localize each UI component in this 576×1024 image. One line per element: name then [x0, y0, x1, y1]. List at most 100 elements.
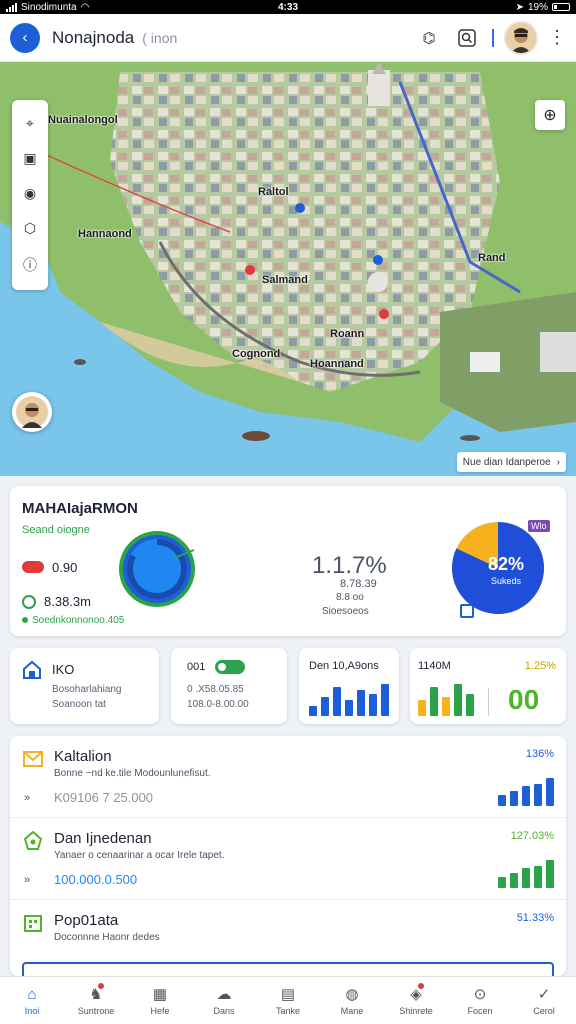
nav-item-focen[interactable]: ⊙ Focen	[448, 977, 512, 1024]
info-icon[interactable]: ⓘ	[23, 255, 37, 275]
bar	[357, 690, 365, 716]
summary-card: MAHAIajaRMON Seand oiogne 0.90 8.38.3m S…	[10, 486, 566, 636]
bar	[546, 860, 554, 888]
map-label: Hoannand	[310, 358, 364, 370]
share-icon[interactable]: ⌬	[416, 25, 442, 51]
map-attribution[interactable]: Nue dian Idanperoe ›	[456, 452, 566, 472]
bar	[498, 877, 506, 888]
map-label: Rand	[478, 252, 506, 264]
clock: 4:33	[277, 1, 298, 13]
expand-icon: ›	[556, 456, 560, 468]
cloud-icon: ☁	[216, 986, 232, 1003]
stat-card-line2: 108.0-8.00.00	[187, 699, 249, 710]
bar	[333, 687, 341, 716]
home-icon: ⌂	[27, 985, 37, 1003]
shield-icon[interactable]: ⬡	[24, 220, 36, 237]
list-item-value: 100.000.0.500	[54, 872, 138, 887]
check-icon: ✓	[537, 986, 551, 1003]
stat-card-title: 001	[187, 661, 206, 673]
summary-mid-line1: 8.78.39	[340, 578, 377, 590]
battery-percent: 19%	[527, 1, 548, 13]
summary-link-text: Soednkonnonoo.405	[32, 615, 125, 626]
nav-label: Cerol	[533, 1006, 555, 1016]
crosshair-icon: ⊕	[543, 107, 557, 124]
more-options-icon[interactable]: ⋮	[548, 27, 566, 48]
stat-card-line1: Bosoharlahiang	[52, 684, 122, 695]
nav-item-inoi[interactable]: ⌂ Inoi	[0, 977, 64, 1024]
locate-button[interactable]: ⊕	[535, 100, 565, 130]
signal-icon	[6, 2, 17, 12]
progress-bar	[22, 962, 554, 976]
bar	[430, 687, 438, 716]
user-location-avatar[interactable]	[12, 392, 52, 432]
bar	[381, 684, 389, 716]
stat-card-title: 1140M	[418, 660, 451, 672]
stat-card-toggle[interactable]: 001 0 .X58.05.85 108.0-8.00.00	[171, 648, 287, 724]
stat-card-percent: 1.25%	[524, 660, 556, 672]
metrics-list: Kaltalion Bonne ~nd ke.tile Modounlunefi…	[10, 736, 566, 976]
nav-label: Shinrete	[399, 1006, 433, 1016]
summary-link[interactable]: Soednkonnonoo.405	[22, 615, 124, 626]
list-item[interactable]: Dan Ijnedenan Yanaer o cenaarinar a ocar…	[10, 818, 566, 900]
nav-item-tanke[interactable]: ▤ Tanke	[256, 977, 320, 1024]
bar-chart-blue	[309, 682, 389, 716]
bar	[442, 697, 450, 716]
nav-item-mane[interactable]: ◍ Mane	[320, 977, 384, 1024]
list-item-bars	[498, 776, 554, 806]
map-view[interactable]: Nuainalongol Raltol Hannaond Salmand Ran…	[0, 62, 576, 476]
bottom-nav: ⌂ Inoi ♞ Suntrone ▦ Hefe ☁ Dans ▤ Tanke ◍ Mane ◈ Shin…	[0, 976, 576, 1024]
calendar-icon[interactable]	[460, 604, 474, 618]
bar	[321, 697, 329, 716]
bar	[534, 866, 542, 888]
bar	[454, 684, 462, 716]
globe-icon: ◍	[345, 986, 359, 1003]
list-item-desc: Yanaer o cenaarinar a ocar Irele tapet.	[54, 850, 225, 861]
list-item[interactable]: Kaltalion Bonne ~nd ke.tile Modounlunefi…	[10, 736, 566, 818]
map-label: Salmand	[262, 274, 308, 286]
document-icon: ▤	[280, 986, 296, 1003]
bar	[522, 868, 530, 888]
nav-item-cerol[interactable]: ✓ Cerol	[512, 977, 576, 1024]
nav-label: Tanke	[275, 1006, 301, 1016]
list-item-percent: 136%	[525, 748, 554, 760]
page-title: Nonajnoda	[52, 27, 135, 47]
stat-card-iko[interactable]: IKO Bosoharlahiang Soanoon tat	[10, 648, 159, 724]
stat-card-bars-mixed[interactable]: 1140M 1.25% 00	[410, 648, 566, 724]
notification-dot	[98, 983, 104, 989]
nav-item-hefe[interactable]: ▦ Hefe	[128, 977, 192, 1024]
map-label: Raltol	[258, 186, 289, 198]
list-item-title: Kaltalion	[54, 748, 112, 765]
bar	[369, 694, 377, 716]
summary-mid-line2: 8.8 oo	[336, 592, 364, 603]
map-toolbar: ⌖ ▣ ◉ ⬡ ⓘ	[12, 100, 48, 290]
toggle-switch[interactable]	[215, 660, 245, 674]
layers-icon[interactable]: ⌖	[26, 115, 34, 132]
nav-label: Inoi	[24, 1006, 40, 1016]
nav-item-shinrete[interactable]: ◈ Shinrete	[384, 977, 448, 1024]
list-item-value: K09106 7 25.000	[54, 790, 154, 805]
compass-icon[interactable]: ◉	[24, 185, 36, 202]
nav-label: Dans	[213, 1006, 235, 1016]
search-icon[interactable]	[454, 25, 480, 51]
donut-chart-left	[119, 531, 195, 607]
bar	[345, 700, 353, 716]
search-icon: ⊙	[473, 986, 487, 1003]
summary-subtitle: Seand oiogne	[22, 524, 90, 536]
status-bar: Sinodimunta ◠ 4:33 ➤ 19%	[0, 0, 576, 14]
map-label: Hannaond	[78, 228, 132, 240]
location-icon: ➤	[515, 1, 524, 13]
bar	[498, 795, 506, 806]
donut-percent-label: 82%	[487, 554, 525, 574]
nav-item-dans[interactable]: ☁ Dans	[192, 977, 256, 1024]
nav-label: Focen	[467, 1006, 493, 1016]
stat-card-bars-blue[interactable]: Den 10,A9ons	[299, 648, 399, 724]
wifi-icon: ◠	[80, 1, 90, 13]
back-button[interactable]: ‹	[10, 22, 40, 53]
bar	[466, 694, 474, 716]
nav-item-suntrone[interactable]: ♞ Suntrone	[64, 977, 128, 1024]
battery-icon	[552, 3, 570, 11]
attribution-text: Nue dian Idanperoe	[462, 456, 551, 468]
grid-icon[interactable]: ▣	[23, 150, 36, 167]
bar	[418, 700, 426, 716]
avatar[interactable]	[504, 20, 538, 55]
